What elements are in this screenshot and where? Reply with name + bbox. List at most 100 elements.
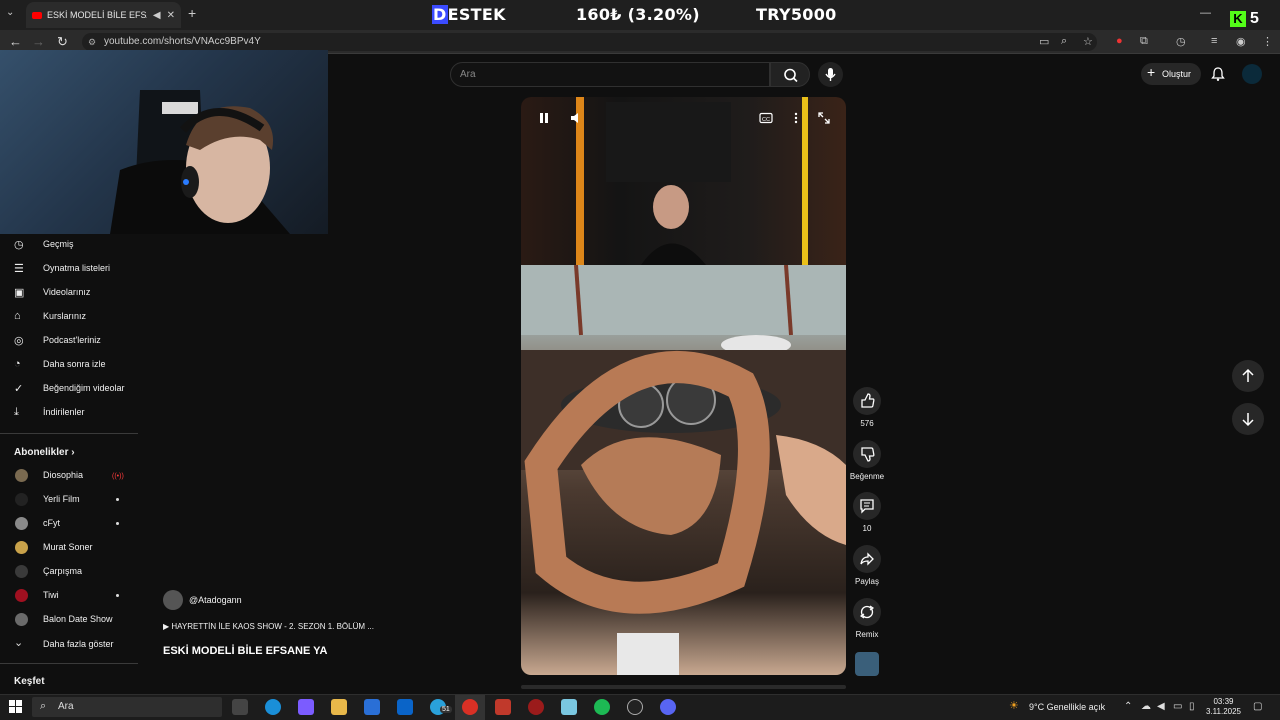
subscription-item[interactable]: Murat Soner <box>0 536 138 560</box>
profile-icon[interactable]: ◉ <box>1236 35 1246 48</box>
copilot-icon[interactable] <box>298 699 314 715</box>
search-input[interactable]: Ara <box>450 62 770 87</box>
sidebar-item-watch-later[interactable]: ◔ Daha sonra izle <box>0 353 138 377</box>
browser-menu-icon[interactable]: ⋮ <box>1262 35 1273 48</box>
sound-channel-thumbnail[interactable] <box>855 652 879 676</box>
extension-red-icon[interactable]: ● <box>1116 35 1123 47</box>
install-app-icon[interactable]: ▭ <box>1039 35 1049 48</box>
store-icon[interactable] <box>364 699 380 715</box>
stream-app-icon[interactable] <box>495 699 511 715</box>
zoom-icon[interactable]: ⌕ <box>1061 35 1067 48</box>
video-driving-scene <box>521 264 846 675</box>
url-field[interactable]: youtube.com/shorts/VNAcc9BPv4Y <box>82 33 1097 51</box>
kick-logo-icon: K <box>1230 11 1246 27</box>
sidebar-item-courses[interactable]: ⌂ Kurslarınız <box>0 305 138 329</box>
site-info-icon[interactable]: ⚙ <box>88 37 96 48</box>
sidebar-item-history[interactable]: ◷ Geçmiş <box>0 233 138 257</box>
subscription-item[interactable]: cFyt <box>0 512 138 536</box>
channel-handle[interactable]: @Atadogann <box>189 595 242 605</box>
cloud-icon[interactable]: ☁ <box>1141 701 1151 712</box>
discord-icon[interactable] <box>660 699 676 715</box>
comment-count: 10 <box>862 524 872 533</box>
channel-avatar <box>15 589 28 602</box>
live-indicator-icon: ((•)) <box>112 473 124 480</box>
bookmark-star-icon[interactable]: ☆ <box>1083 35 1093 48</box>
taskbar-search[interactable]: Ara <box>32 697 222 717</box>
notification-center-icon[interactable]: ▢ <box>1253 701 1262 712</box>
battery-icon[interactable]: ▯ <box>1189 701 1195 712</box>
outlook-icon[interactable] <box>397 699 413 715</box>
remix-button[interactable] <box>853 598 881 626</box>
account-avatar[interactable] <box>1242 64 1262 84</box>
windows-start-icon[interactable] <box>9 700 23 714</box>
share-button[interactable] <box>853 545 881 573</box>
sidebar-item-podcast[interactable]: ◎ Podcast'leriniz <box>0 329 138 353</box>
chrome-icon[interactable] <box>462 699 478 715</box>
sidebar-item-liked[interactable]: ✓ Beğendiğim videolar <box>0 377 138 401</box>
sound-link[interactable]: ▶ HAYRETTİN İLE KAOS SHOW - 2. SEZON 1. … <box>163 622 374 631</box>
playlist-icon: ☰ <box>14 263 24 275</box>
notifications-bell-icon[interactable] <box>1210 66 1226 82</box>
speaker-icon[interactable]: ◀ <box>1157 701 1165 712</box>
tab-close-icon[interactable]: ✕ <box>167 10 175 21</box>
subscription-item[interactable]: Tiwi <box>0 584 138 608</box>
thumbs-down-icon <box>861 447 875 462</box>
like-count: 576 <box>860 419 874 428</box>
back-icon[interactable]: ← <box>9 34 22 49</box>
red-app-icon[interactable] <box>528 699 544 715</box>
sidebar-item-your-videos[interactable]: ▣ Videolarınız <box>0 281 138 305</box>
watch-later-icon: ◔ <box>14 358 21 370</box>
file-explorer-icon[interactable] <box>331 699 347 715</box>
new-tab-button[interactable]: + <box>188 5 196 21</box>
comments-button[interactable] <box>853 492 881 520</box>
subscription-name: Tiwi <box>43 590 59 600</box>
media-control-icon[interactable]: ≡ <box>1211 35 1217 47</box>
channel-avatar[interactable] <box>163 590 183 610</box>
obs-icon[interactable] <box>627 699 643 715</box>
more-options-icon[interactable] <box>789 111 803 125</box>
show-more-button[interactable]: ⌄ Daha fazla göster <box>0 633 138 657</box>
subscription-item[interactable]: Balon Date Show <box>0 608 138 632</box>
subscription-item[interactable]: Diosophia ((•)) <box>0 464 138 488</box>
subscription-item[interactable]: Çarpışma <box>0 560 138 584</box>
explore-heading[interactable]: Keşfet <box>14 676 45 687</box>
sidebar-item-download[interactable]: ⤓ İndirilenler <box>0 401 138 425</box>
tray-chevron-icon[interactable]: ⌃ <box>1124 701 1132 712</box>
subscription-name: Balon Date Show <box>43 614 113 624</box>
voice-search-button[interactable] <box>818 62 843 87</box>
spotify-icon[interactable] <box>594 699 610 715</box>
fullscreen-icon[interactable] <box>817 111 831 125</box>
shorts-video-player[interactable]: CC <box>521 97 846 675</box>
sidebar-divider <box>0 433 138 434</box>
like-button[interactable] <box>853 387 881 415</box>
dislike-label: Beğenme <box>849 472 885 481</box>
browser-tab[interactable]: ESKİ MODELİ BİLE EFSANE YA ◀︎ ✕ <box>26 2 181 28</box>
extensions-icon[interactable]: ⧉ <box>1140 35 1148 48</box>
video-progress-bar[interactable] <box>521 685 846 689</box>
taskbar-search-icon: ⌕ <box>40 700 47 712</box>
network-icon[interactable]: ▭ <box>1173 701 1182 712</box>
system-clock[interactable]: 03:39 3.11.2025 <box>1206 697 1241 717</box>
donation-progress: 160₺ (3.20%) <box>576 5 700 24</box>
subscription-item[interactable]: Yerli Film <box>0 488 138 512</box>
sidebar-item-label: Podcast'leriniz <box>43 335 101 345</box>
history-toolbar-icon[interactable]: ◷ <box>1176 35 1186 48</box>
edge-icon[interactable] <box>265 699 281 715</box>
next-short-button[interactable] <box>1232 403 1264 435</box>
weather-widget[interactable]: 9°C Genellikle açık <box>1029 702 1105 712</box>
dislike-button[interactable] <box>853 440 881 468</box>
task-view-icon[interactable] <box>232 699 248 715</box>
reload-icon[interactable]: ↻ <box>57 34 68 50</box>
minimize-icon[interactable]: — <box>1200 7 1211 19</box>
tab-search-icon[interactable]: ⌄ <box>6 7 14 18</box>
captions-icon[interactable]: CC <box>759 111 773 125</box>
forward-icon[interactable]: → <box>32 34 45 49</box>
search-button[interactable] <box>770 62 810 87</box>
pause-icon[interactable] <box>537 111 551 125</box>
previous-short-button[interactable] <box>1232 360 1264 392</box>
volume-icon[interactable] <box>569 111 583 125</box>
sidebar-item-playlist[interactable]: ☰ Oynatma listeleri <box>0 257 138 281</box>
subscriptions-heading[interactable]: Abonelikler › <box>14 447 75 458</box>
audio-playing-icon[interactable]: ◀︎ <box>153 10 161 21</box>
notes-app-icon[interactable] <box>561 699 577 715</box>
